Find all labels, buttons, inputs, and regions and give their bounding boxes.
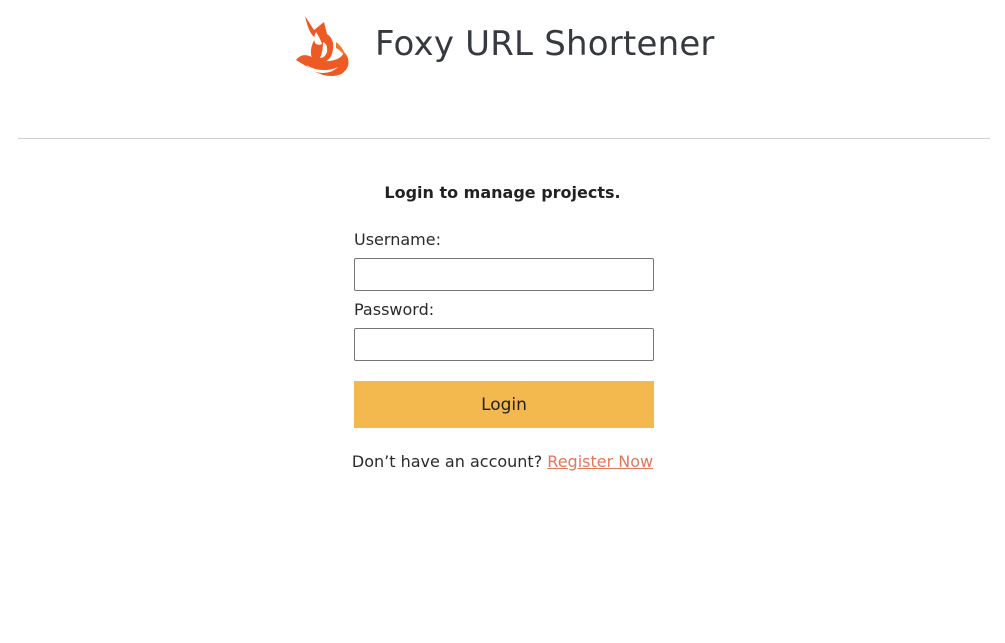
username-label: Username: bbox=[354, 230, 441, 249]
fox-logo-icon bbox=[296, 16, 349, 76]
login-button[interactable]: Login bbox=[354, 381, 654, 428]
site-header: Foxy URL Shortener bbox=[0, 0, 1005, 92]
header-divider bbox=[18, 138, 990, 139]
site-title: Foxy URL Shortener bbox=[375, 24, 715, 64]
password-field[interactable] bbox=[354, 328, 654, 361]
password-label: Password: bbox=[354, 300, 435, 319]
register-prompt-text: Don’t have an account? bbox=[351, 452, 543, 471]
login-heading: Login to manage projects. bbox=[384, 183, 621, 202]
username-field[interactable] bbox=[354, 258, 654, 291]
register-now-link[interactable]: Register Now bbox=[547, 452, 653, 471]
register-prompt-line: Don’t have an account? Register Now bbox=[0, 451, 1005, 473]
